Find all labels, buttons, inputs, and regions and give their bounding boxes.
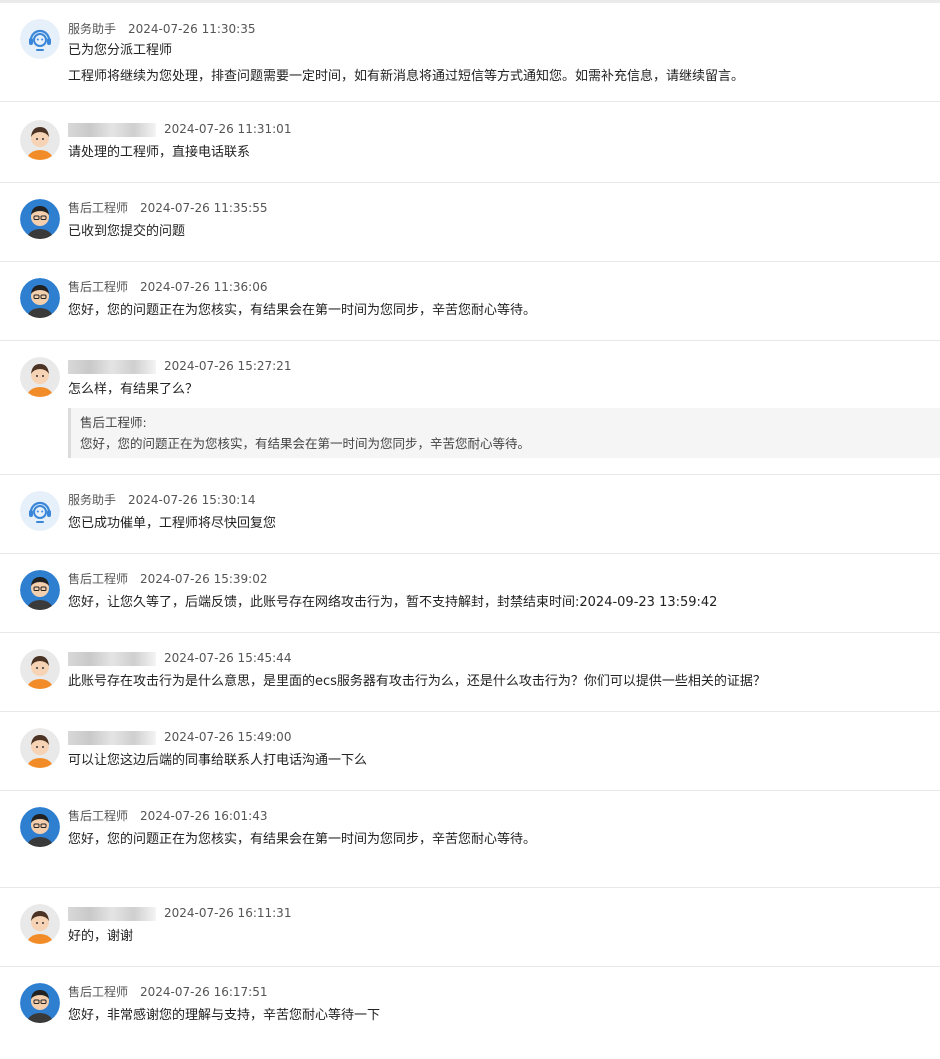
ticket-conversation: 服务助手 2024-07-26 11:30:35 已为您分派工程师 工程师将继续为…: [0, 0, 940, 1059]
sender-name: 售后工程师: [68, 280, 129, 294]
message-text: 工程师将继续为您处理，排查问题需要一定时间，如有新消息将通过短信等方式通知您。如…: [68, 69, 745, 84]
quote-text: 您好，您的问题正在为您核实，有结果会在第一时间为您同步，辛苦您耐心等待。: [80, 436, 531, 451]
message-item: 售后工程师 2024-07-26 16:01:43 您好，您的问题正在为您核实，有…: [0, 791, 940, 888]
message-text: 您好，让您久等了，后端反馈，此账号存在网络攻击行为，暂不支持解封，封禁结束时间:…: [68, 595, 718, 610]
message-meta: 售后工程师 2024-07-26 15:39:02: [68, 571, 267, 587]
engineer-avatar-icon: [20, 278, 60, 318]
message-meta: 售后工程师 2024-07-26 11:36:06: [68, 279, 267, 295]
message-text: 怎么样，有结果了么？: [68, 382, 199, 397]
timestamp: 2024-07-26 15:30:14: [128, 493, 256, 507]
redacted-username: [68, 122, 156, 137]
engineer-avatar-icon: [20, 983, 60, 1023]
redacted-username: [68, 359, 156, 374]
message-meta: 售后工程师 2024-07-26 16:01:43: [68, 808, 267, 824]
user-avatar-icon: [20, 120, 60, 160]
message-item: 售后工程师 2024-07-26 11:35:55 已收到您提交的问题: [0, 183, 940, 262]
sender-name: 售后工程师: [68, 572, 129, 586]
message-item: 服务助手 2024-07-26 11:30:35 已为您分派工程师 工程师将继续为…: [0, 3, 940, 102]
message-text: 好的，谢谢: [68, 929, 134, 944]
message-meta: 2024-07-26 15:49:00: [68, 729, 291, 745]
timestamp: 2024-07-26 11:35:55: [140, 201, 268, 215]
message-meta: 售后工程师 2024-07-26 11:35:55: [68, 200, 267, 216]
message-item: 服务助手 2024-07-26 15:30:14 您已成功催单，工程师将尽快回复您: [0, 475, 940, 554]
timestamp: 2024-07-26 16:17:51: [140, 985, 268, 999]
message-text: 可以让您这边后端的同事给联系人打电话沟通一下么: [68, 753, 368, 768]
message-item: 2024-07-26 15:45:44 此账号存在攻击行为是什么意思，是里面的e…: [0, 633, 940, 712]
message-text: 已收到您提交的问题: [68, 224, 186, 239]
redacted-username: [68, 906, 156, 921]
timestamp: 2024-07-26 11:31:01: [164, 122, 292, 136]
user-avatar-icon: [20, 728, 60, 768]
message-text: 您已成功催单，工程师将尽快回复您: [68, 516, 277, 531]
message-text: 已为您分派工程师: [68, 43, 173, 58]
engineer-avatar-icon: [20, 807, 60, 847]
user-avatar-icon: [20, 357, 60, 397]
quoted-reply: 售后工程师: 您好，您的问题正在为您核实，有结果会在第一时间为您同步，辛苦您耐心…: [68, 408, 940, 458]
quote-author: 售后工程师:: [80, 415, 147, 430]
message-meta: 2024-07-26 16:11:31: [68, 905, 291, 921]
redacted-username: [68, 730, 156, 745]
timestamp: 2024-07-26 15:27:21: [164, 359, 292, 373]
message-meta: 服务助手 2024-07-26 11:30:35: [68, 21, 255, 37]
engineer-avatar-icon: [20, 199, 60, 239]
timestamp: 2024-07-26 16:11:31: [164, 906, 292, 920]
customer-service-headset-icon: [20, 491, 60, 531]
sender-name: 售后工程师: [68, 809, 129, 823]
sender-name: 服务助手: [68, 493, 117, 507]
engineer-avatar-icon: [20, 570, 60, 610]
message-item: 2024-07-26 16:11:31 好的，谢谢: [0, 888, 940, 967]
timestamp: 2024-07-26 11:36:06: [140, 280, 268, 294]
message-meta: 售后工程师 2024-07-26 16:17:51: [68, 984, 267, 1000]
message-item: 2024-07-26 15:27:21 怎么样，有结果了么？ 售后工程师: 您好…: [0, 341, 940, 475]
message-text: 您好，非常感谢您的理解与支持，辛苦您耐心等待一下: [68, 1008, 381, 1023]
timestamp: 2024-07-26 15:45:44: [164, 651, 292, 665]
message-text: 您好，您的问题正在为您核实，有结果会在第一时间为您同步，辛苦您耐心等待。: [68, 832, 537, 847]
sender-name: 售后工程师: [68, 201, 129, 215]
sender-name: 服务助手: [68, 22, 117, 36]
redacted-username: [68, 651, 156, 666]
message-text: 您好，您的问题正在为您核实，有结果会在第一时间为您同步，辛苦您耐心等待。: [68, 303, 537, 318]
message-item: 售后工程师 2024-07-26 15:39:02 您好，让您久等了，后端反馈，此…: [0, 554, 940, 633]
timestamp: 2024-07-26 11:30:35: [128, 22, 256, 36]
message-text: 请处理的工程师，直接电话联系: [68, 145, 251, 160]
timestamp: 2024-07-26 16:01:43: [140, 809, 268, 823]
message-item: 售后工程师 2024-07-26 16:17:51 您好，非常感谢您的理解与支持，…: [0, 967, 940, 1059]
message-item: 售后工程师 2024-07-26 11:36:06 您好，您的问题正在为您核实，有…: [0, 262, 940, 341]
customer-service-headset-icon: [20, 19, 60, 59]
user-avatar-icon: [20, 649, 60, 689]
message-meta: 2024-07-26 15:45:44: [68, 650, 291, 666]
sender-name: 售后工程师: [68, 985, 129, 999]
timestamp: 2024-07-26 15:49:00: [164, 730, 292, 744]
message-meta: 2024-07-26 15:27:21: [68, 358, 291, 374]
user-avatar-icon: [20, 904, 60, 944]
message-meta: 服务助手 2024-07-26 15:30:14: [68, 492, 255, 508]
timestamp: 2024-07-26 15:39:02: [140, 572, 268, 586]
message-item: 2024-07-26 11:31:01 请处理的工程师，直接电话联系: [0, 102, 940, 183]
message-meta: 2024-07-26 11:31:01: [68, 121, 291, 137]
message-text: 此账号存在攻击行为是什么意思，是里面的ecs服务器有攻击行为么，还是什么攻击行为…: [68, 674, 766, 689]
message-item: 2024-07-26 15:49:00 可以让您这边后端的同事给联系人打电话沟通…: [0, 712, 940, 791]
